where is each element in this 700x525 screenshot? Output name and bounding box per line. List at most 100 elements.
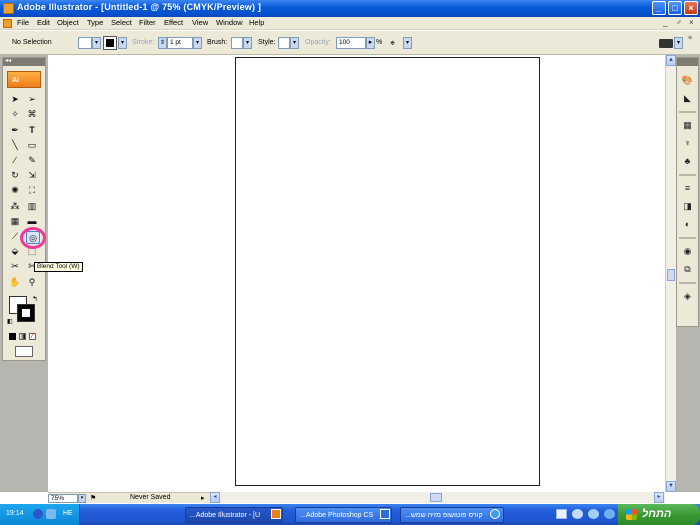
minimize-button[interactable]: _	[652, 1, 666, 15]
stroke-weight-field[interactable]: 1 pt	[167, 37, 193, 49]
none-mode-button[interactable]: ⁄	[29, 333, 36, 340]
symbols-icon[interactable]: ♣	[679, 154, 696, 169]
clock[interactable]: 19:14	[6, 510, 24, 517]
swatches-icon[interactable]: ▦	[679, 118, 696, 133]
window-title-bar[interactable]: Adobe Illustrator - [Untitled-1 @ 75% (C…	[0, 0, 700, 17]
taskbar-button-browser[interactable]: ...קורס פוטושופ מזיה שמש	[400, 507, 504, 523]
document-menu-icon[interactable]	[3, 19, 12, 28]
free-transform-tool-icon[interactable]: ⛶	[25, 184, 39, 197]
menu-file[interactable]: File	[17, 18, 29, 27]
brushes-icon[interactable]: ♆	[679, 136, 696, 151]
control-palette-menu-icon[interactable]: ≡	[688, 35, 692, 42]
color-guide-icon[interactable]: ◣	[679, 91, 696, 106]
rectangle-tool-icon[interactable]: ▭	[25, 139, 39, 152]
line-segment-tool-icon[interactable]: ╲	[8, 139, 22, 152]
screen-mode-button[interactable]	[15, 346, 33, 357]
menu-help[interactable]: Help	[249, 18, 264, 27]
menu-object[interactable]: Object	[57, 18, 79, 27]
stroke-color-box[interactable]	[17, 304, 35, 322]
doc-restore-button[interactable]: ♂	[676, 18, 682, 27]
column-graph-tool-icon[interactable]: ▥	[25, 200, 39, 213]
start-button[interactable]: התחל	[618, 504, 700, 525]
version-cue-icon[interactable]: ⚑	[90, 494, 96, 502]
paintbrush-tool-icon[interactable]: ∕	[8, 154, 22, 167]
color-palette-icon[interactable]: 🎨	[679, 73, 696, 88]
quick-launch-media-icon[interactable]	[572, 509, 583, 519]
stroke-palette-icon[interactable]: ≡	[679, 181, 696, 196]
appearance-palette-icon[interactable]: ◉	[679, 244, 696, 259]
opacity-arrow-icon[interactable]: ▸	[366, 37, 375, 49]
stroke-dropdown-chevron-icon[interactable]: ▾	[118, 37, 127, 49]
slice-tool-icon[interactable]: ✂	[8, 260, 22, 273]
style-chevron-icon[interactable]: ▾	[290, 37, 299, 49]
live-paint-bucket-tool-icon[interactable]: ⬙	[8, 245, 22, 258]
vertical-scroll-thumb[interactable]	[667, 269, 675, 281]
pen-tool-icon[interactable]: ✒	[8, 124, 22, 137]
language-indicator[interactable]: HE	[63, 510, 73, 517]
direct-selection-tool-icon[interactable]: ➢	[25, 93, 39, 106]
mesh-tool-icon[interactable]: ▦	[8, 215, 22, 228]
scroll-up-button[interactable]: ▲	[666, 55, 676, 66]
swap-colors-icon[interactable]: ↰	[32, 295, 38, 303]
horizontal-scrollbar[interactable]: ◂ ▸	[210, 492, 665, 503]
graphic-style-swatch[interactable]	[278, 37, 290, 49]
pencil-tool-icon[interactable]: ✎	[25, 154, 39, 167]
isolation-mode-icon[interactable]: ⌖	[390, 38, 403, 49]
vertical-scrollbar[interactable]: ▲ ▼	[665, 55, 676, 492]
hand-tool-icon[interactable]: ✋	[8, 276, 22, 289]
status-menu-arrow-icon[interactable]: ▸	[201, 494, 205, 502]
stroke-weight-stepper[interactable]: ⇕	[158, 37, 167, 49]
menu-edit[interactable]: Edit	[37, 18, 50, 27]
document-setup-chevron-icon[interactable]: ▾	[674, 37, 683, 49]
brush-definition-swatch[interactable]	[231, 37, 243, 49]
type-tool-icon[interactable]: T	[25, 124, 39, 137]
color-mode-button[interactable]	[9, 333, 16, 340]
close-button[interactable]: ×	[684, 1, 698, 15]
menu-select[interactable]: Select	[111, 18, 132, 27]
taskbar-button-illustrator[interactable]: ...Adobe Illustrator - [U	[185, 507, 283, 523]
docked-palettes-header[interactable]	[677, 58, 698, 66]
opacity-label[interactable]: Opacity:	[305, 39, 331, 46]
fill-dropdown-chevron-icon[interactable]: ▾	[92, 37, 101, 49]
stroke-color-swatch[interactable]	[103, 36, 117, 50]
zoom-chevron-icon[interactable]: ▾	[78, 494, 86, 503]
taskbar-button-photoshop[interactable]: ...Adobe Photoshop CS	[295, 507, 392, 523]
menu-filter[interactable]: Filter	[139, 18, 156, 27]
scroll-right-button[interactable]: ▸	[654, 492, 664, 503]
artboard[interactable]	[235, 57, 540, 486]
transparency-palette-icon[interactable]: ◐	[679, 217, 696, 232]
adobe-logo[interactable]: Ai	[7, 71, 41, 88]
stroke-weight-chevron-icon[interactable]: ▾	[193, 37, 202, 49]
scroll-down-button[interactable]: ▼	[666, 481, 676, 492]
doc-close-button[interactable]: ×	[689, 18, 694, 27]
menu-type[interactable]: Type	[87, 18, 103, 27]
quick-launch-browser-icon[interactable]	[604, 509, 615, 519]
default-colors-icon[interactable]: ◧	[7, 318, 13, 325]
gradient-mode-button[interactable]	[19, 333, 26, 340]
layers-palette-icon[interactable]: ◈	[679, 289, 696, 304]
rotate-tool-icon[interactable]: ↻	[8, 169, 22, 182]
lasso-tool-icon[interactable]: ⌘	[25, 108, 39, 121]
isolation-chevron-icon[interactable]: ▾	[403, 37, 412, 49]
menu-view[interactable]: View	[192, 18, 208, 27]
scroll-left-button[interactable]: ◂	[210, 492, 220, 503]
gradient-palette-icon[interactable]: ◨	[679, 199, 696, 214]
show-desktop-icon[interactable]	[556, 509, 567, 519]
symbol-sprayer-tool-icon[interactable]: ⁂	[8, 200, 22, 213]
zoom-field[interactable]: 75%	[48, 494, 78, 503]
warp-tool-icon[interactable]: ✺	[8, 184, 22, 197]
maximize-button[interactable]: □	[668, 1, 682, 15]
opacity-field[interactable]: 100	[336, 37, 366, 49]
horizontal-scroll-thumb[interactable]	[430, 493, 442, 502]
magic-wand-tool-icon[interactable]: ✧	[8, 108, 22, 121]
zoom-tool-icon[interactable]: ⚲	[25, 276, 39, 289]
quick-launch-explorer-icon[interactable]	[588, 509, 599, 519]
doc-minimize-button[interactable]: _	[663, 18, 667, 27]
fill-color-swatch[interactable]	[78, 37, 92, 49]
tools-palette-header[interactable]: ◂◂	[3, 58, 45, 66]
brush-chevron-icon[interactable]: ▾	[243, 37, 252, 49]
document-setup-icon[interactable]	[659, 39, 673, 48]
stroke-label[interactable]: Stroke:	[132, 39, 154, 46]
volume-icon[interactable]	[46, 509, 56, 519]
network-icon[interactable]	[33, 509, 43, 519]
